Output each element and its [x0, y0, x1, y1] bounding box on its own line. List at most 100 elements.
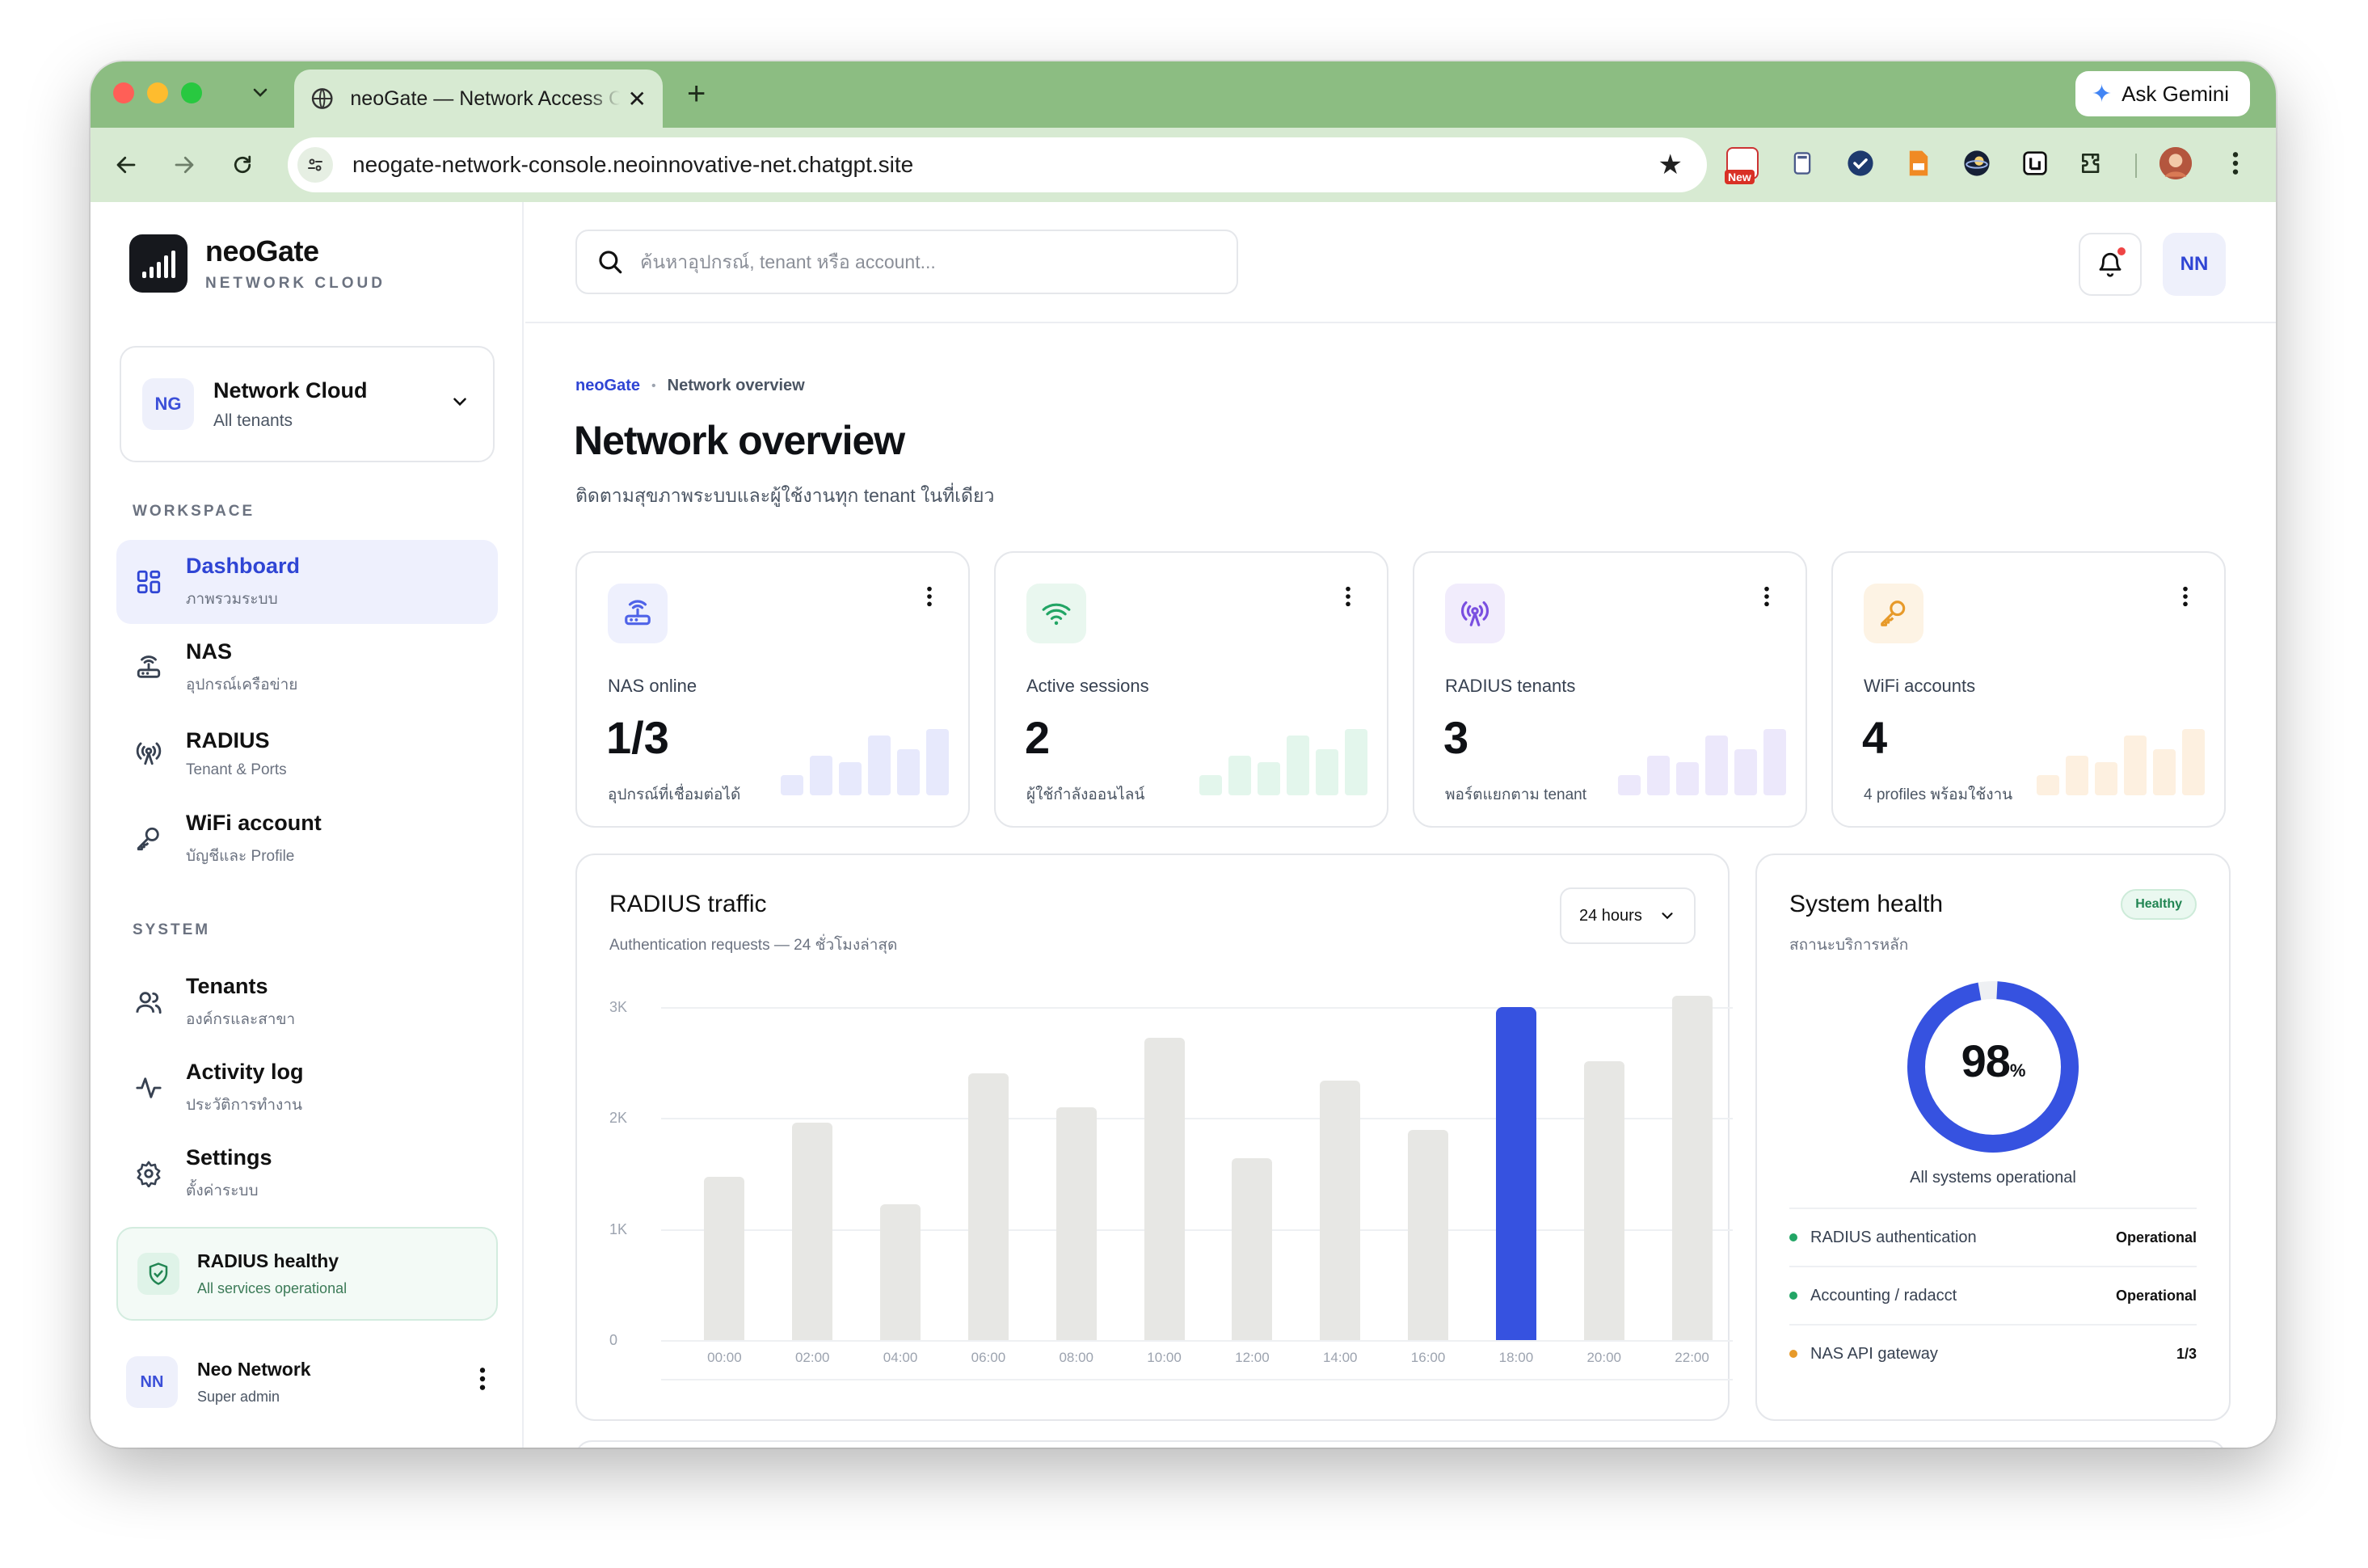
router-icon: [625, 600, 651, 626]
extension-frame-icon[interactable]: [2019, 147, 2051, 179]
extensions-puzzle-icon[interactable]: [2075, 147, 2108, 179]
ask-gemini-button[interactable]: ✦ Ask Gemini: [2075, 71, 2250, 116]
traffic-bar[interactable]: [792, 1122, 833, 1340]
service-status-dot: [1789, 1292, 1797, 1300]
health-percent-number: 98: [1961, 1035, 2011, 1086]
account-avatar-button[interactable]: NN: [2163, 233, 2226, 296]
traffic-bar[interactable]: [704, 1177, 745, 1340]
health-card-sub: All services operational: [197, 1280, 348, 1296]
sparkline-bar: [1705, 736, 1728, 795]
sidebar-item-dashboard[interactable]: Dashboard ภาพรวมระบบ: [116, 540, 498, 624]
new-badge: New: [1725, 170, 1755, 184]
shield-check-icon: [137, 1253, 179, 1295]
traffic-bar[interactable]: [1232, 1157, 1273, 1340]
sparkline-bar: [810, 756, 832, 795]
forward-button[interactable]: [165, 145, 204, 184]
stat-label: Active sessions: [1026, 676, 1149, 696]
site-settings-icon[interactable]: [297, 147, 333, 183]
traffic-bar[interactable]: [880, 1204, 921, 1340]
health-card-title: RADIUS healthy: [197, 1250, 339, 1271]
stat-icon-tile: [608, 584, 668, 643]
brand[interactable]: neoGate NETWORK CLOUD: [129, 234, 386, 293]
search-input[interactable]: [640, 251, 1206, 273]
close-window-button[interactable]: [113, 82, 134, 103]
tab-search-chevron-icon[interactable]: [244, 76, 276, 108]
extension-planet-icon[interactable]: [1961, 147, 1993, 179]
profile-avatar-icon[interactable]: [2159, 147, 2192, 179]
sidebar-item-label: Settings: [186, 1144, 272, 1170]
traffic-bar[interactable]: [1320, 1080, 1361, 1340]
sidebar-item-wifi-account[interactable]: WiFi account บัญชีและ Profile: [116, 797, 498, 881]
gear-icon: [133, 1157, 165, 1190]
sparkline-bar: [839, 762, 862, 795]
traffic-bar[interactable]: [1055, 1106, 1097, 1340]
stat-card-wifi-accounts[interactable]: WiFi accounts 4 4 profiles พร้อมใช้งาน: [1831, 551, 2226, 828]
user-profile[interactable]: NN Neo Network Super admin: [126, 1343, 498, 1421]
card-menu-kebab-icon[interactable]: [1345, 585, 1351, 608]
brand-name: neoGate: [205, 234, 319, 268]
user-name: Neo Network: [197, 1359, 311, 1380]
sidebar-item-sub: Tenant & Ports: [186, 761, 287, 778]
tenant-name: Network Cloud: [213, 377, 368, 403]
sidebar-item-settings[interactable]: Settings ตั้งค่าระบบ: [116, 1132, 498, 1216]
x-axis-tick-label: 08:00: [1059, 1350, 1094, 1365]
stat-card-active-sessions[interactable]: Active sessions 2 ผู้ใช้กำลังออนไลน์: [994, 551, 1388, 828]
browser-menu-icon[interactable]: [2219, 147, 2252, 179]
extension-new-icon[interactable]: New: [1725, 147, 1759, 184]
card-menu-kebab-icon[interactable]: [2182, 585, 2189, 608]
sidebar-item-nas[interactable]: NAS อุปกรณ์เครือข่าย: [116, 626, 498, 710]
close-tab-icon[interactable]: ✕: [628, 86, 647, 112]
stat-note: อุปกรณ์ที่เชื่อมต่อได้: [608, 786, 741, 803]
sidebar: neoGate NETWORK CLOUD NG Network Cloud A…: [91, 202, 524, 1448]
sidebar-item-tenants[interactable]: Tenants องค์กรและสาขา: [116, 960, 498, 1044]
health-percent: 98%: [1904, 1035, 2082, 1087]
time-range-select[interactable]: 24 hours: [1560, 887, 1696, 944]
grid-icon: [133, 566, 165, 598]
bookmark-star-icon[interactable]: ★: [1658, 149, 1683, 181]
browser-toolbar: neogate-network-console.neoinnovative-ne…: [91, 128, 2276, 202]
sidebar-item-sub: อุปกรณ์เครือข่าย: [186, 676, 298, 693]
health-status-badge: Healthy: [2121, 889, 2197, 920]
sparkline-bar: [926, 729, 949, 795]
x-axis-baseline: [661, 1379, 1733, 1380]
reload-button[interactable]: [223, 145, 262, 184]
traffic-bar[interactable]: [1671, 996, 1713, 1340]
breadcrumb-root-link[interactable]: neoGate: [575, 377, 640, 395]
health-title: System health: [1789, 891, 1944, 917]
traffic-bar[interactable]: [1144, 1038, 1185, 1340]
extension-check-icon[interactable]: [1844, 147, 1877, 179]
traffic-bar[interactable]: [1408, 1130, 1449, 1340]
card-menu-kebab-icon[interactable]: [1763, 585, 1770, 608]
user-menu-kebab-icon[interactable]: [478, 1366, 487, 1392]
stat-card-nas-online[interactable]: NAS online 1/3 อุปกรณ์ที่เชื่อมต่อได้: [575, 551, 970, 828]
sidebar-item-radius[interactable]: RADIUS Tenant & Ports: [116, 711, 498, 795]
back-button[interactable]: [107, 145, 145, 184]
new-tab-button[interactable]: +: [687, 78, 706, 110]
browser-tab[interactable]: neoGate — Network Access Console ✕: [294, 70, 663, 128]
x-axis-tick-label: 16:00: [1410, 1350, 1446, 1365]
traffic-bar[interactable]: [1495, 1007, 1536, 1340]
address-bar[interactable]: neogate-network-console.neoinnovative-ne…: [288, 137, 1707, 192]
sparkline-bar: [1618, 775, 1641, 795]
toolbar-divider: [2135, 154, 2137, 178]
sidebar-item-activity-log[interactable]: Activity log ประวัติการทำงาน: [116, 1046, 498, 1130]
card-menu-kebab-icon[interactable]: [926, 585, 933, 608]
search-icon: [599, 251, 622, 274]
traffic-bar[interactable]: [967, 1073, 1009, 1340]
x-axis-tick-label: 20:00: [1586, 1350, 1622, 1365]
zoom-window-button[interactable]: [181, 82, 202, 103]
radius-health-card[interactable]: RADIUS healthy All services operational: [116, 1227, 498, 1321]
search-box[interactable]: [575, 230, 1238, 294]
traffic-bar[interactable]: [1583, 1061, 1624, 1340]
extension-document-icon[interactable]: [1902, 147, 1935, 179]
grid-line: [661, 1340, 1733, 1342]
y-axis-tick-label: 1K: [609, 1220, 628, 1237]
browser-window: neoGate — Network Access Console ✕ + ✦ A…: [91, 61, 2276, 1448]
stat-card-radius-tenants[interactable]: RADIUS tenants 3 พอร์ตแยกตาม tenant: [1413, 551, 1807, 828]
sparkline-bar: [1199, 775, 1222, 795]
stat-sparkline: [2037, 729, 2205, 795]
extension-clipboard-icon[interactable]: [1786, 147, 1818, 179]
minimize-window-button[interactable]: [147, 82, 168, 103]
tenant-switcher[interactable]: NG Network Cloud All tenants: [120, 346, 495, 462]
notifications-button[interactable]: [2079, 233, 2142, 296]
